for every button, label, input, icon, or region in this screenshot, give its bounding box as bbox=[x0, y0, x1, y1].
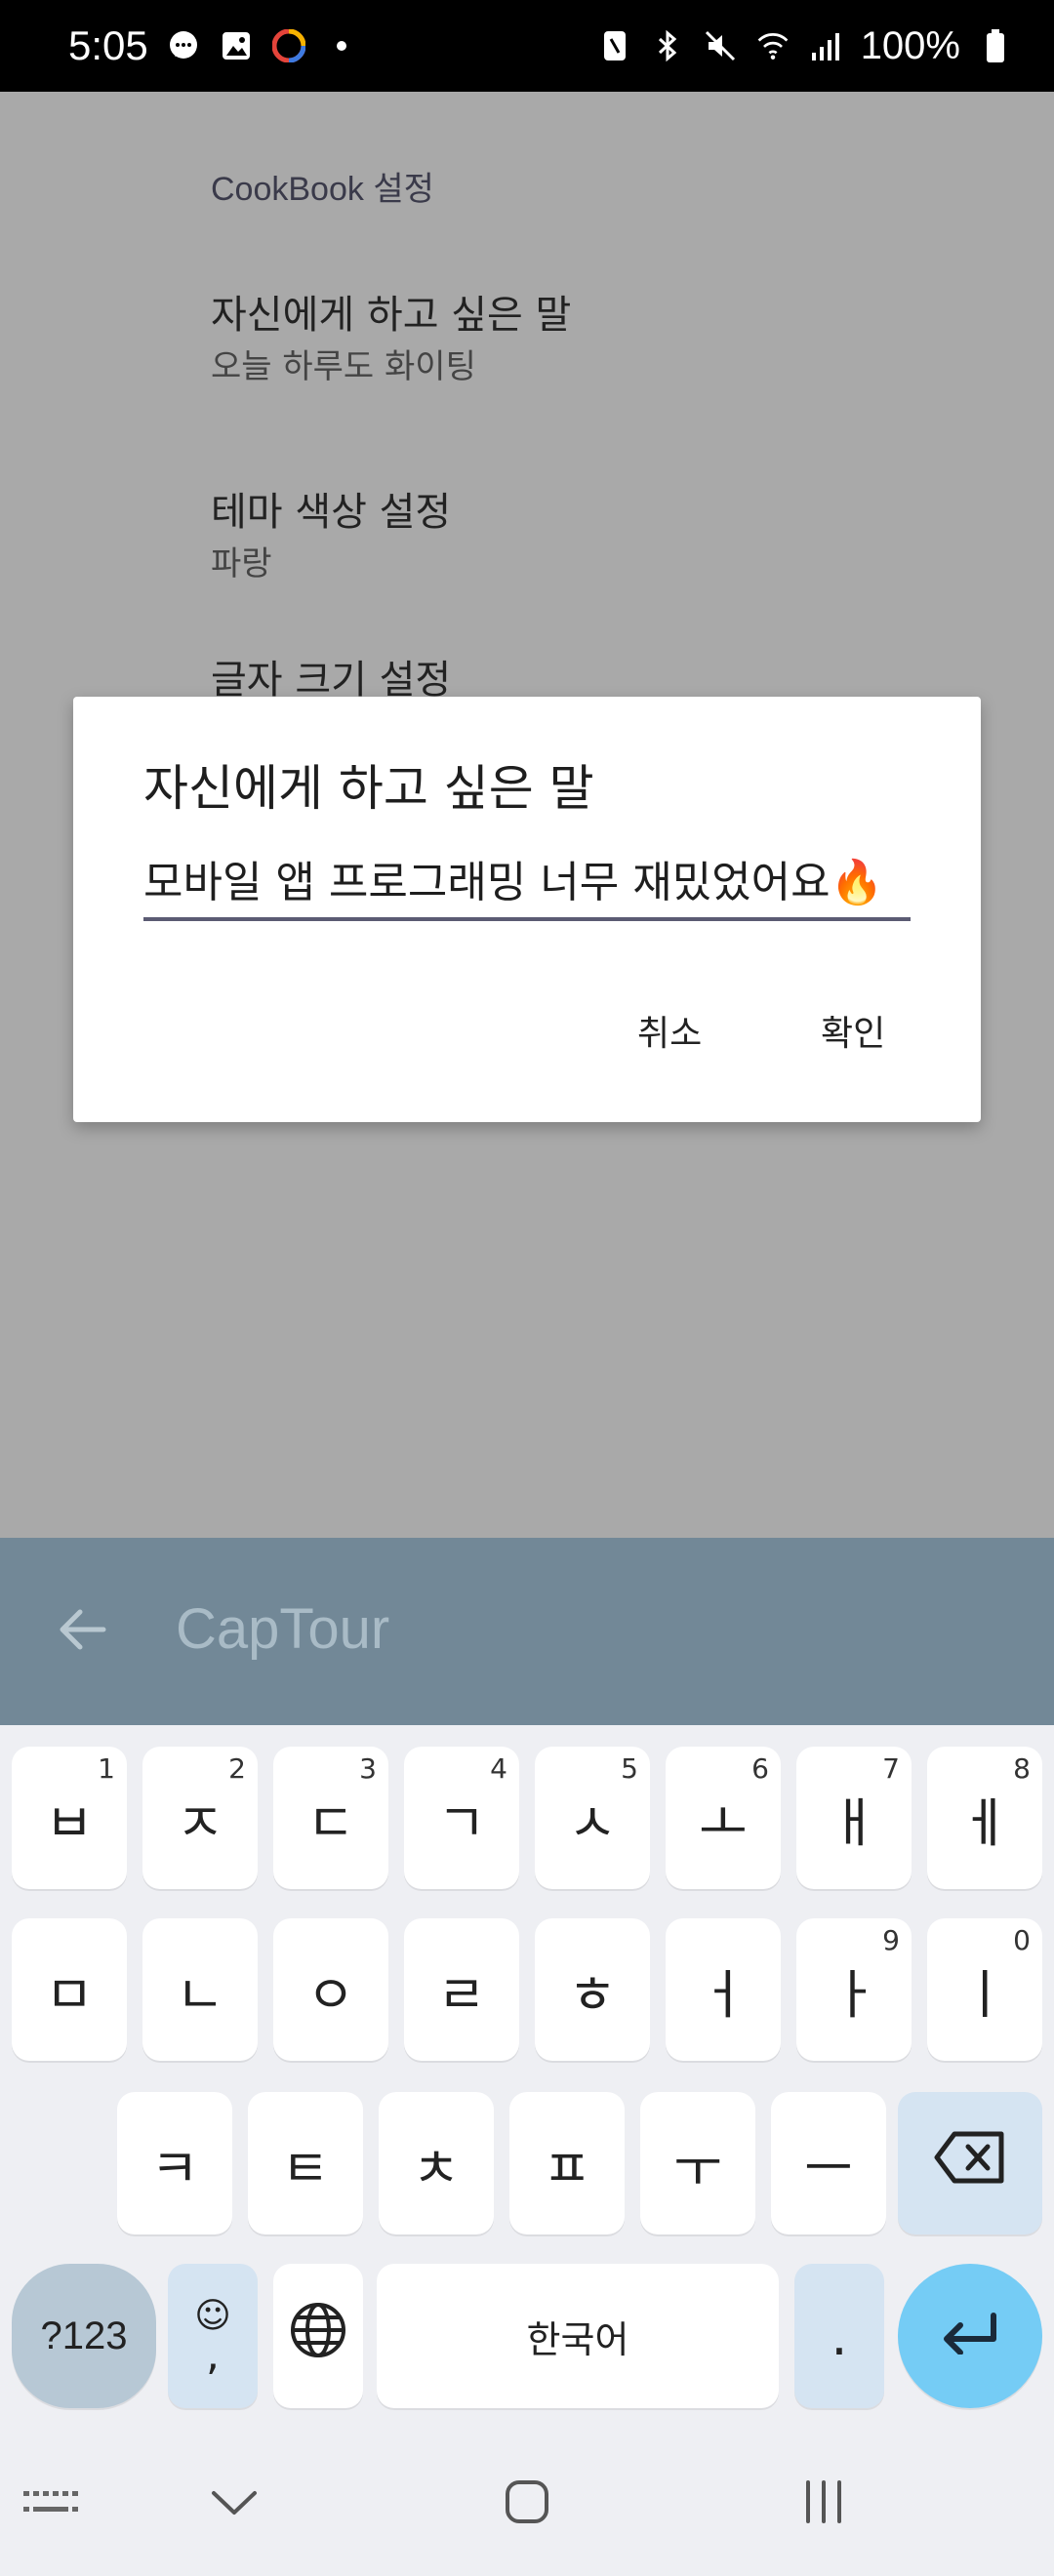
key-hint: 7 bbox=[882, 1752, 900, 1785]
pref-theme-summary: 파랑 bbox=[211, 544, 272, 584]
space-key[interactable]: 한국어 bbox=[377, 2264, 779, 2408]
bluetooth-icon bbox=[650, 28, 685, 63]
key-row2-6[interactable]: ㅓ bbox=[666, 1918, 781, 2061]
status-time: 5:05 bbox=[68, 22, 148, 68]
key-row2-8[interactable]: ㅣ0 bbox=[927, 1918, 1042, 2061]
key-label: ㅓ bbox=[699, 1963, 748, 2026]
key-row1-7[interactable]: ㅐ7 bbox=[796, 1747, 912, 1889]
key-label: ㅂ bbox=[45, 1791, 94, 1854]
status-bar: 5:05 100% bbox=[0, 0, 1054, 92]
key-label: ㅔ bbox=[960, 1791, 1009, 1854]
key-row3-6[interactable]: ㅡ bbox=[771, 2092, 886, 2234]
key-row2-5[interactable]: ㅎ bbox=[535, 1918, 650, 2061]
symbols-key[interactable]: ?123 bbox=[12, 2264, 156, 2408]
chat-icon bbox=[166, 28, 201, 63]
status-right: 100% bbox=[597, 24, 1013, 68]
pref-theme-title[interactable]: 테마 색상 설정 bbox=[211, 480, 451, 537]
mute-icon bbox=[703, 28, 738, 63]
key-row2-4[interactable]: ㄹ bbox=[404, 1918, 519, 2061]
key-hint: 0 bbox=[1013, 1924, 1031, 1956]
backspace-key[interactable] bbox=[898, 2092, 1042, 2234]
gallery-icon bbox=[219, 28, 254, 63]
key-row2-3[interactable]: ㅇ bbox=[273, 1918, 388, 2061]
key-row3-3[interactable]: ㅊ bbox=[379, 2092, 494, 2234]
fire-emoji-icon: 🔥 bbox=[830, 858, 884, 907]
key-label: ㅈ bbox=[176, 1791, 224, 1854]
key-row3-5[interactable]: ㅜ bbox=[640, 2092, 755, 2234]
key-label: ㅇ bbox=[306, 1963, 355, 2026]
key-row3-1[interactable]: ㅋ bbox=[117, 2092, 232, 2234]
dialog-input-text: 모바일 앱 프로그래밍 너무 재밌었어요 bbox=[143, 858, 831, 907]
key-row1-8[interactable]: ㅔ8 bbox=[927, 1747, 1042, 1889]
nfc-icon bbox=[597, 28, 632, 63]
pref-message-summary: 오늘 하루도 화이팅 bbox=[211, 347, 476, 386]
key-hint: 6 bbox=[751, 1752, 769, 1785]
back-arrow-icon[interactable] bbox=[55, 1602, 109, 1657]
key-label: ㄱ bbox=[437, 1791, 486, 1854]
wifi-icon bbox=[755, 28, 790, 63]
navigation-bar bbox=[0, 2428, 1054, 2576]
key-label: ㅣ bbox=[960, 1963, 1009, 2026]
dot-icon bbox=[324, 28, 359, 63]
key-label: ㄴ bbox=[176, 1963, 224, 2026]
pref-message-title[interactable]: 자신에게 하고 싶은 말 bbox=[211, 283, 571, 340]
cancel-button[interactable]: 취소 bbox=[637, 1005, 702, 1056]
globe-icon bbox=[289, 2301, 347, 2372]
key-label: ㄹ bbox=[437, 1963, 486, 2026]
status-left: 5:05 bbox=[68, 22, 359, 69]
key-row1-5[interactable]: ㅅ5 bbox=[535, 1747, 650, 1889]
language-key[interactable] bbox=[273, 2264, 363, 2408]
key-row1-6[interactable]: ㅗ6 bbox=[666, 1747, 781, 1889]
key-row1-3[interactable]: ㄷ3 bbox=[273, 1747, 388, 1889]
dialog-text-input[interactable]: 모바일 앱 프로그래밍 너무 재밌었어요🔥 bbox=[143, 847, 911, 921]
chevron-down-icon[interactable] bbox=[195, 2463, 273, 2541]
key-row1-2[interactable]: ㅈ2 bbox=[142, 1747, 258, 1889]
app-icon bbox=[271, 28, 306, 63]
key-hint: 8 bbox=[1013, 1752, 1031, 1785]
key-label: ㅏ bbox=[830, 1963, 878, 2026]
key-label: ㅗ bbox=[699, 1791, 748, 1854]
key-row2-7[interactable]: ㅏ9 bbox=[796, 1918, 912, 2061]
key-label: ㅁ bbox=[45, 1963, 94, 2026]
comma-label: , bbox=[206, 2330, 220, 2380]
emoji-comma-key[interactable]: ☺ , bbox=[168, 2264, 258, 2408]
key-hint: 1 bbox=[98, 1752, 115, 1785]
signal-icon bbox=[808, 28, 843, 63]
battery-percent: 100% bbox=[860, 23, 960, 67]
period-key[interactable]: . bbox=[794, 2264, 884, 2408]
key-label: ㅅ bbox=[568, 1791, 617, 1854]
key-row2-1[interactable]: ㅁ bbox=[12, 1918, 127, 2061]
key-row1-4[interactable]: ㄱ4 bbox=[404, 1747, 519, 1889]
backspace-icon bbox=[933, 2130, 1007, 2197]
key-row3-4[interactable]: ㅍ bbox=[509, 2092, 625, 2234]
soft-keyboard: ㅂ1 ㅈ2 ㄷ3 ㄱ4 ㅅ5 ㅗ6 ㅐ7 ㅔ8 ㅁ ㄴ ㅇ ㄹ ㅎ ㅓ ㅏ9 ㅣ… bbox=[0, 1725, 1054, 2428]
key-row3-2[interactable]: ㅌ bbox=[248, 2092, 363, 2234]
edit-text-dialog: 자신에게 하고 싶은 말 모바일 앱 프로그래밍 너무 재밌었어요🔥 취소 확인 bbox=[73, 697, 981, 1122]
enter-key[interactable] bbox=[898, 2264, 1042, 2408]
key-hint: 3 bbox=[359, 1752, 377, 1785]
toolbar-title: CapTour bbox=[176, 1597, 390, 1661]
enter-arrow-icon bbox=[939, 2306, 1001, 2367]
key-row1-1[interactable]: ㅂ1 bbox=[12, 1747, 127, 1889]
keyboard-hide-icon[interactable] bbox=[12, 2463, 90, 2541]
battery-icon bbox=[978, 28, 1013, 63]
key-hint: 4 bbox=[490, 1752, 507, 1785]
ok-button[interactable]: 확인 bbox=[821, 1005, 885, 1056]
key-label: ㅐ bbox=[830, 1791, 878, 1854]
recents-icon[interactable] bbox=[785, 2463, 863, 2541]
key-label: ㅎ bbox=[568, 1963, 617, 2026]
key-hint: 2 bbox=[228, 1752, 246, 1785]
app-toolbar: CapTour bbox=[0, 1538, 1054, 1725]
key-label: ㄷ bbox=[306, 1791, 355, 1854]
settings-category-title: CookBook 설정 bbox=[211, 171, 434, 208]
dialog-title: 자신에게 하고 싶은 말 bbox=[143, 760, 594, 817]
key-row2-2[interactable]: ㄴ bbox=[142, 1918, 258, 2061]
key-hint: 9 bbox=[882, 1924, 900, 1956]
home-icon[interactable] bbox=[488, 2463, 566, 2541]
key-hint: 5 bbox=[621, 1752, 638, 1785]
